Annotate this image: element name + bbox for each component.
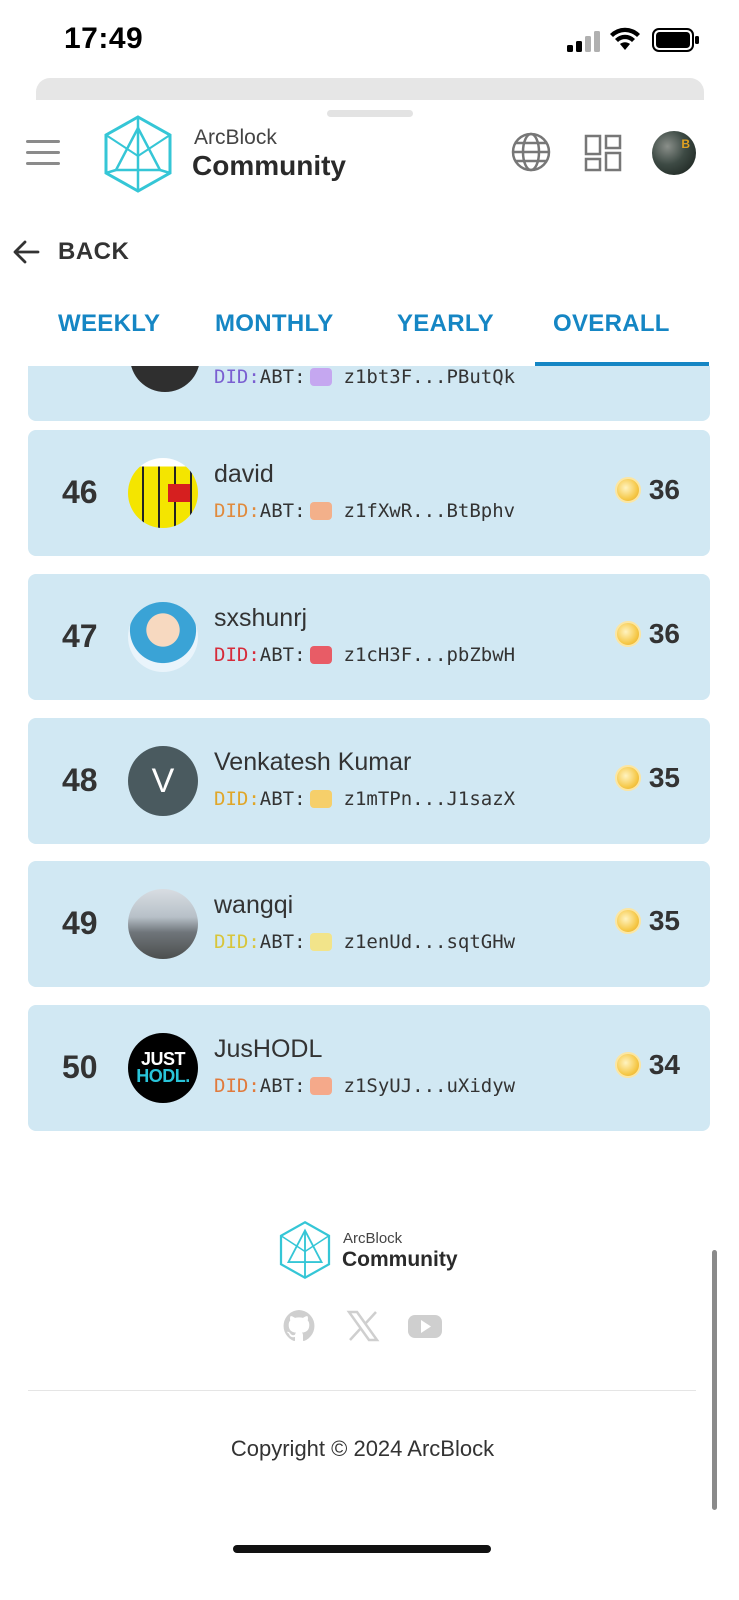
- leaderboard-row[interactable]: 49 wangqi DID: ABT: z1enUd...sqtGHw 35: [28, 861, 710, 987]
- user-avatar[interactable]: B: [652, 131, 696, 175]
- tab-weekly[interactable]: WEEKLY: [58, 310, 160, 338]
- footer-brand-bottom: Community: [342, 1248, 458, 1271]
- coin-icon: [614, 621, 641, 647]
- did-address: DID: ABT: z1bt3F...PButQk: [214, 366, 516, 388]
- tab-monthly[interactable]: MONTHLY: [215, 310, 334, 338]
- rank: 47: [62, 618, 98, 654]
- arrow-left-icon: [13, 240, 40, 264]
- x-icon[interactable]: [345, 1308, 381, 1344]
- username: david: [214, 460, 274, 488]
- app-header: ArcBlock Community B: [0, 110, 739, 200]
- avatar: [128, 458, 198, 528]
- score-value: 35: [648, 905, 680, 936]
- username: Venkatesh Kumar: [214, 748, 412, 776]
- coin-icon: [614, 477, 641, 503]
- copyright-text: Copyright © 2024 ArcBlock: [230, 1436, 495, 1461]
- coin-icon: [614, 908, 641, 934]
- did-avatar-icon: [309, 1077, 332, 1095]
- status-time: 17:49: [64, 22, 144, 55]
- leaderboard-row[interactable]: 48 V Venkatesh Kumar DID: ABT: z1mTPn...J1…: [28, 718, 710, 844]
- footer-brand-top: ArcBlock: [343, 1230, 403, 1247]
- arcblock-logo-icon[interactable]: [102, 114, 174, 194]
- coin-icon: [614, 1052, 641, 1078]
- score-value: 36: [648, 474, 680, 505]
- did-avatar-icon: [309, 933, 332, 951]
- did-avatar-icon: [309, 646, 332, 664]
- github-icon[interactable]: [281, 1308, 317, 1344]
- rank: 46: [62, 474, 98, 510]
- back-button[interactable]: BACK: [12, 232, 129, 272]
- tab-overall[interactable]: OVERALL: [553, 310, 670, 338]
- brand-top-text: ArcBlock: [194, 126, 277, 149]
- footer-logo-icon[interactable]: [278, 1220, 332, 1280]
- avatar: [128, 889, 198, 959]
- score: 36: [614, 474, 680, 506]
- did-avatar-icon: [309, 368, 332, 386]
- username: JusHODL: [214, 1035, 323, 1063]
- scrollbar[interactable]: [712, 1250, 717, 1510]
- did-address: DID: ABT: z1enUd...sqtGHw: [214, 931, 516, 953]
- battery-icon: [652, 28, 699, 52]
- active-tab-indicator: [535, 362, 709, 366]
- did-address: DID: ABT: z1cH3F...pbZbwH: [214, 644, 516, 666]
- avatar: V: [128, 746, 198, 816]
- home-indicator[interactable]: [233, 1545, 491, 1553]
- back-label: BACK: [58, 238, 130, 265]
- status-bar: 17:49: [0, 0, 739, 78]
- leaderboard-row[interactable]: 50 JUST HODL. JusHODL DID: ABT: z1SyUJ...u…: [28, 1005, 710, 1131]
- did-address: DID: ABT: z1mTPn...J1sazX: [214, 788, 516, 810]
- did-address: DID: ABT: z1SyUJ...uXidyw: [214, 1075, 516, 1097]
- rank: 49: [62, 905, 98, 941]
- leaderboard-row[interactable]: 46 david DID: ABT: z1fXwR...BtBphv 36: [28, 430, 710, 556]
- avatar: [128, 602, 198, 672]
- coin-icon: [614, 765, 641, 791]
- score: 36: [614, 618, 680, 650]
- wifi-icon: [610, 27, 640, 50]
- menu-icon[interactable]: [26, 140, 60, 166]
- tab-yearly[interactable]: YEARLY: [397, 310, 494, 338]
- globe-icon[interactable]: [510, 131, 552, 173]
- cellular-signal-icon: [567, 31, 600, 52]
- did-avatar-icon: [309, 502, 332, 520]
- youtube-icon[interactable]: [407, 1308, 443, 1344]
- leaderboard-row[interactable]: 47 sxshunrj DID: ABT: z1cH3F...pbZbwH 36: [28, 574, 710, 700]
- period-tabs: WEEKLY MONTHLY YEARLY OVERALL: [0, 296, 739, 366]
- score: 34: [614, 1049, 680, 1081]
- did-address: DID: ABT: z1fXwR...BtBphv: [214, 500, 516, 522]
- score-value: 35: [648, 762, 680, 793]
- avatar: JUST HODL.: [128, 1033, 198, 1103]
- rank: 50: [62, 1049, 98, 1085]
- score-value: 34: [648, 1049, 680, 1080]
- username: sxshunrj: [214, 604, 308, 632]
- did-avatar-icon: [309, 790, 332, 808]
- score-value: 36: [648, 618, 680, 649]
- score: 35: [614, 762, 680, 794]
- rank: 48: [62, 762, 98, 798]
- apps-icon[interactable]: [584, 134, 622, 172]
- sheet-grabber[interactable]: [327, 110, 413, 117]
- brand-bottom-text: Community: [192, 150, 346, 181]
- footer-divider: [28, 1390, 696, 1391]
- score: 35: [614, 905, 680, 937]
- sheet-top: [36, 78, 704, 100]
- username: wangqi: [214, 891, 294, 919]
